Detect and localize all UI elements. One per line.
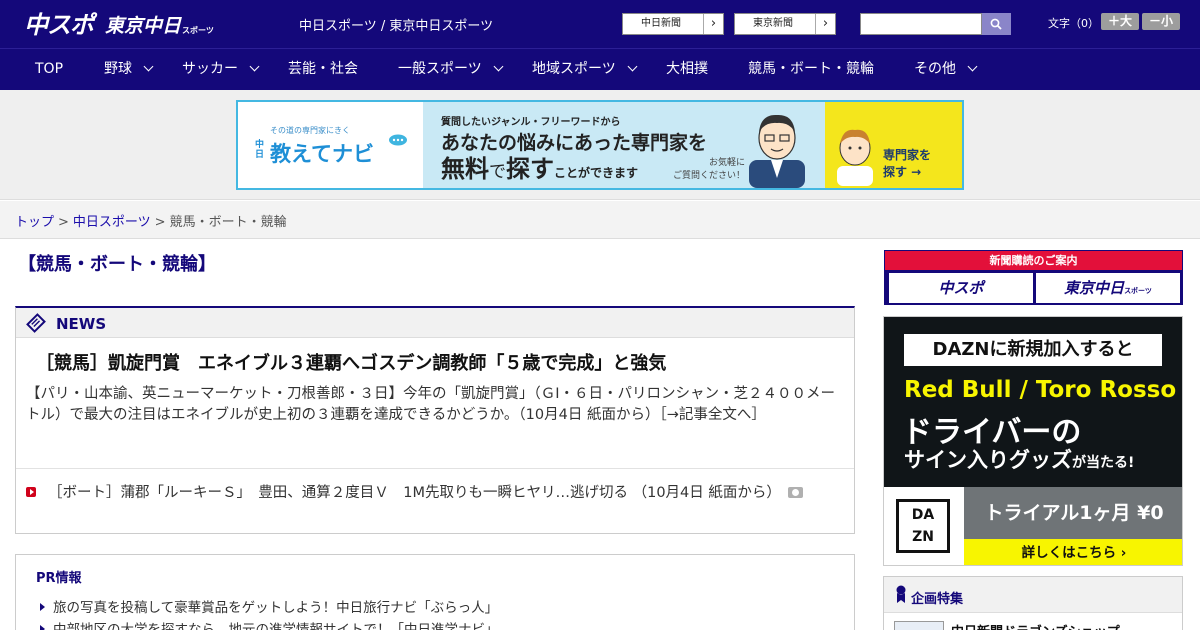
dazn-details-button[interactable]: 詳しくはこちら ›	[964, 539, 1182, 565]
news-label: NEWS	[56, 315, 107, 333]
subscribe-tokyo-chunichi[interactable]: 東京中日スポーツ	[1036, 273, 1180, 303]
logo-chuspo: 中スポ	[24, 11, 94, 39]
chevron-down-icon	[143, 61, 154, 72]
chevron-right-icon: ›	[815, 14, 835, 34]
nav-sumo[interactable]: 大相撲	[666, 49, 708, 90]
dazn-logo: DA ZN	[884, 487, 964, 565]
feature-title: 企画特集	[911, 592, 964, 607]
news-section: NEWS ［競馬］凱旋門賞 エネイブル３連覇へゴスデン調教師「５歳で完成」と強気…	[15, 306, 855, 534]
search-input[interactable]	[860, 13, 982, 35]
banner-area: その道の専門家にきく 中日 教えてナビ 質問したいジャンル・フリーワードから あ…	[0, 90, 1200, 200]
logo-tokyo-chunichi: 東京中日	[105, 15, 182, 37]
main-nav: TOP 野球 サッカー 芸能・社会 一般スポーツ 地域スポーツ 大相撲 競馬・ボ…	[0, 48, 1200, 90]
newspaper-icon	[26, 313, 46, 333]
pr-section: PR情報 旅の写真を投稿して豪華賞品をゲットしよう！中日旅行ナビ「ぶらっ人」 中…	[15, 554, 855, 630]
pr-item-university[interactable]: 中部地区の大学を探すなら、地元の進学情報サイトで！「中日進学ナビ」	[40, 618, 499, 630]
feature-thumbnail[interactable]	[894, 621, 944, 630]
nav-soccer[interactable]: サッカー	[182, 49, 260, 90]
triangle-right-icon	[40, 625, 45, 630]
feature-header: 企画特集	[884, 577, 1182, 613]
speech-bubble-icon	[389, 134, 407, 146]
chevron-down-icon	[627, 61, 638, 72]
news-header: NEWS	[16, 308, 854, 338]
subscription-banner[interactable]: 新聞購読のご案内 中スポ 東京中日スポーツ	[884, 250, 1183, 305]
chevron-right-icon: ›	[703, 14, 723, 34]
tokyo-shimbun-link[interactable]: 東京新聞 ›	[734, 13, 836, 35]
ad-message-panel: 質問したいジャンル・フリーワードから あなたの悩みにあった専門家を 無料で探すこ…	[423, 102, 825, 188]
top-article-summary: 【パリ・山本諭、英ニューマーケット・刀根善郎・３日】今年の「凱旋門賞」（ＧⅠ・６…	[26, 386, 836, 423]
pr-item-travel[interactable]: 旅の写真を投稿して豪華賞品をゲットしよう！中日旅行ナビ「ぶらっ人」	[40, 596, 498, 616]
divider	[16, 468, 854, 469]
site-title[interactable]: 中日スポーツ / 東京中日スポーツ	[299, 15, 493, 34]
chevron-down-icon	[493, 61, 504, 72]
ad-cta-panel[interactable]: 専門家を 探す →	[825, 102, 962, 188]
chevron-down-icon	[249, 61, 260, 72]
top-article-headline[interactable]: ［競馬］凱旋門賞 エネイブル３連覇へゴスデン調教師「５歳で完成」と強気	[36, 349, 666, 375]
page-title: 【競馬・ボート・競輪】	[18, 254, 216, 275]
chunichi-shimbun-link[interactable]: 中日新聞 ›	[622, 13, 724, 35]
chevron-down-icon	[967, 61, 978, 72]
dazn-ad[interactable]: DAZNに新規加入すると Red Bull / Toro Rosso ドライバー…	[883, 316, 1183, 566]
top-header: 中スポ 東京中日 スポーツ 中日スポーツ / 東京中日スポーツ 中日新聞 › 東…	[0, 0, 1200, 48]
site-logo[interactable]: 中スポ 東京中日 スポーツ	[24, 8, 214, 40]
ribbon-icon	[896, 585, 906, 603]
breadcrumb-bar: トップ > 中日スポーツ > 競馬・ボート・競輪	[0, 201, 1200, 239]
oshiete-navi-ad[interactable]: その道の専門家にきく 中日 教えてナビ 質問したいジャンル・フリーワードから あ…	[236, 100, 964, 190]
subscription-title: 新聞購読のご案内	[885, 251, 1182, 270]
read-more-link[interactable]: ［→記事全文へ］	[659, 407, 765, 423]
feature-section: 企画特集 中日新聞ドラゴンズショップ	[883, 576, 1183, 630]
breadcrumb: トップ > 中日スポーツ > 競馬・ボート・競輪	[15, 215, 287, 230]
subscribe-chuspo[interactable]: 中スポ	[889, 273, 1033, 303]
ad-brand-panel: その道の専門家にきく 中日 教えてナビ	[238, 102, 423, 188]
camera-icon	[787, 487, 803, 498]
nav-entertainment-society[interactable]: 芸能・社会	[288, 49, 358, 90]
font-larger-button[interactable]: ＋大	[1101, 13, 1139, 30]
nav-other[interactable]: その他	[914, 49, 978, 90]
breadcrumb-top[interactable]: トップ	[15, 215, 54, 230]
advisor-illustration-icon	[749, 114, 805, 188]
dazn-trial-text: トライアル1ヶ月 ¥0	[964, 487, 1182, 539]
ad-brand-name: 教えてナビ	[270, 142, 374, 166]
nav-keiba-boat-keirin[interactable]: 競馬・ボート・競輪	[748, 49, 874, 90]
pr-title: PR情報	[36, 571, 82, 586]
triangle-right-icon	[40, 603, 45, 611]
logo-sports-small: スポーツ	[182, 26, 214, 35]
search-button[interactable]	[982, 13, 1011, 35]
feature-item-dragons-shop[interactable]: 中日新聞ドラゴンズショップ	[951, 621, 1120, 630]
font-smaller-button[interactable]: －小	[1142, 13, 1180, 30]
list-item[interactable]: ［ボート］蒲郡「ルーキーＳ」 豊田、通算２度目Ｖ 1M先取りも一瞬ヒヤリ…逃げ切…	[26, 483, 848, 504]
breadcrumb-current: 競馬・ボート・競輪	[169, 215, 287, 230]
nav-top[interactable]: TOP	[35, 49, 63, 90]
breadcrumb-chunichi-sports[interactable]: 中日スポーツ	[73, 215, 151, 230]
video-play-icon	[26, 487, 36, 497]
nav-baseball[interactable]: 野球	[104, 49, 154, 90]
font-size-label: 文字（0）	[1048, 17, 1099, 30]
search-icon	[990, 18, 1002, 30]
nav-general-sports[interactable]: 一般スポーツ	[398, 49, 504, 90]
nav-regional-sports[interactable]: 地域スポーツ	[532, 49, 638, 90]
thinking-person-icon	[837, 129, 873, 186]
